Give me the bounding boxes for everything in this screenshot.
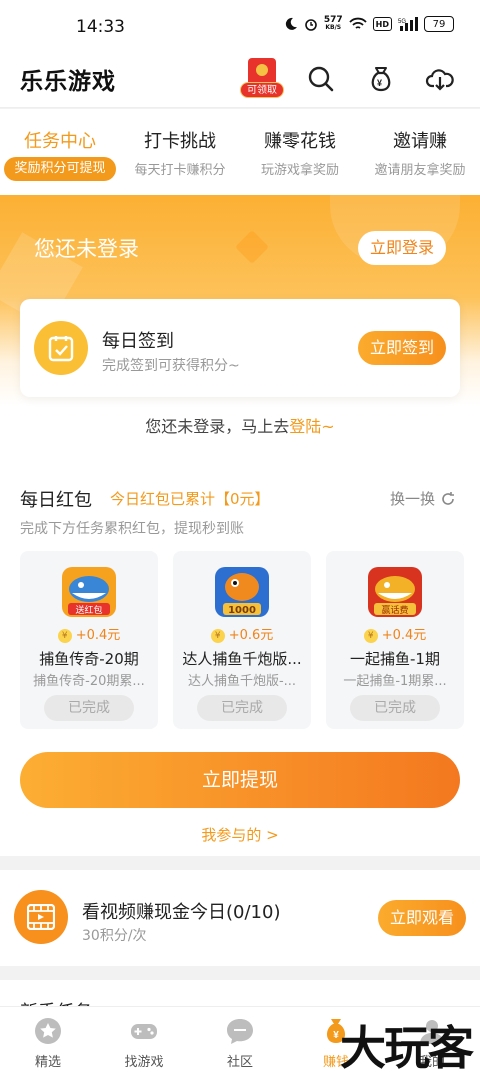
game-name: 一起捕鱼-1期 xyxy=(350,650,440,668)
tab-title: 赚零花钱 xyxy=(264,131,336,152)
redpacket-button[interactable]: 可领取 xyxy=(240,58,284,100)
wifi-icon xyxy=(349,17,367,31)
withdraw-button[interactable]: 立即提现 xyxy=(20,752,460,808)
game-task-card[interactable]: 1000 ¥ +0.6元 达人捕鱼千炮版... 达人捕鱼千炮版-... 已完成 xyxy=(173,551,311,729)
game-task-card[interactable]: 赢话费 ¥ +0.4元 一起捕鱼-1期 一起捕鱼-1期累... 已完成 xyxy=(326,551,464,729)
tab-invite[interactable]: 邀请赚 邀请朋友拿奖励 xyxy=(360,109,480,195)
nav-item-featured[interactable]: 精选 xyxy=(0,1007,96,1072)
my-joined-link[interactable]: 我参与的 > xyxy=(0,824,480,845)
status-icons: 577 KB/S HD 5G 79 xyxy=(284,16,454,32)
goldfish-game-icon: 1000 xyxy=(215,567,269,617)
money-bag-icon[interactable]: ¥ xyxy=(366,64,396,94)
checkin-button[interactable]: 立即签到 xyxy=(358,331,446,365)
nav-label: 社区 xyxy=(226,1055,253,1070)
watch-video-section: 看视频赚现金今日(0/10) 30积分/次 立即观看 xyxy=(0,870,480,966)
status-time: 14:33 xyxy=(76,17,125,37)
completed-button[interactable]: 已完成 xyxy=(44,695,134,721)
game-badge: 送红包 xyxy=(75,604,102,616)
tab-task-center[interactable]: 任务中心 奖励积分可提现 xyxy=(0,109,120,195)
calendar-check-icon xyxy=(34,321,88,375)
tab-title: 打卡挑战 xyxy=(144,131,216,152)
fish-shark-game-icon: 送红包 xyxy=(62,567,116,617)
shark-game-icon: 赢话费 xyxy=(368,567,422,617)
tab-subtitle: 每天打卡赚积分 xyxy=(134,163,226,178)
signal-icon: 5G xyxy=(398,17,418,31)
gamepad-icon xyxy=(131,1024,157,1039)
watch-subtitle: 30积分/次 xyxy=(82,928,147,944)
coin-icon: ¥ xyxy=(363,628,378,643)
net-speed: 577 KB/S xyxy=(323,15,343,32)
reward-amount: ¥ +0.6元 xyxy=(173,624,311,643)
login-button[interactable]: 立即登录 xyxy=(358,231,446,265)
nav-item-community[interactable]: 社区 xyxy=(192,1007,288,1072)
game-task: 一起捕鱼-1期累... xyxy=(343,674,447,689)
nav-item-find-games[interactable]: 找游戏 xyxy=(96,1007,192,1072)
coin-icon: ¥ xyxy=(210,628,225,643)
game-name: 达人捕鱼千炮版... xyxy=(182,650,302,668)
tab-checkin-challenge[interactable]: 打卡挑战 每天打卡赚积分 xyxy=(120,109,240,195)
app-header: 乐乐游戏 可领取 ¥ xyxy=(0,52,480,108)
tab-subtitle: 邀请朋友拿奖励 xyxy=(374,163,466,178)
completed-button[interactable]: 已完成 xyxy=(350,695,440,721)
tab-title: 邀请赚 xyxy=(393,131,447,152)
nav-label: 精选 xyxy=(34,1055,61,1070)
game-badge: 赢话费 xyxy=(381,604,408,616)
section-title: 每日红包 xyxy=(20,490,92,511)
login-link[interactable]: 登陆~ xyxy=(289,417,334,436)
login-hint-text: 您还未登录，马上去 xyxy=(145,417,290,436)
svg-text:¥: ¥ xyxy=(377,78,382,88)
cloud-download-icon[interactable] xyxy=(425,64,455,94)
tab-title: 任务中心 xyxy=(24,131,96,152)
checkin-subtitle: 完成签到可获得积分~ xyxy=(102,358,240,374)
game-task: 捕鱼传奇-20期累... xyxy=(33,674,145,689)
film-icon xyxy=(14,890,68,944)
alarm-icon xyxy=(304,17,318,31)
login-status-text: 您还未登录 xyxy=(34,237,139,261)
moon-icon xyxy=(284,17,298,31)
refresh-icon xyxy=(442,491,455,505)
svg-text:¥: ¥ xyxy=(333,1030,339,1041)
chat-bubble-icon xyxy=(227,1019,253,1044)
redpacket-label: 可领取 xyxy=(240,82,284,98)
game-badge: 1000 xyxy=(228,605,256,616)
watermark-text: 大玩客 xyxy=(340,1021,474,1072)
star-icon xyxy=(35,1018,61,1044)
watch-button[interactable]: 立即观看 xyxy=(378,900,466,936)
game-task-card[interactable]: 送红包 ¥ +0.4元 捕鱼传奇-20期 捕鱼传奇-20期累... 已完成 xyxy=(20,551,158,729)
redpacket-accumulated: 今日红包已累计【0元】 xyxy=(110,490,270,508)
task-tabs: 任务中心 奖励积分可提现 打卡挑战 每天打卡赚积分 赚零花钱 玩游戏拿奖励 邀请… xyxy=(0,109,480,195)
daily-checkin-card: 每日签到 完成签到可获得积分~ 立即签到 xyxy=(20,299,460,397)
status-bar: 14:33 577 KB/S HD 5G 79 xyxy=(0,0,480,52)
search-icon[interactable] xyxy=(306,64,336,94)
game-name: 捕鱼传奇-20期 xyxy=(39,650,139,668)
battery-icon: 79 xyxy=(424,16,454,32)
watch-title: 看视频赚现金今日(0/10) xyxy=(82,902,281,923)
banner-decoration xyxy=(235,230,269,264)
daily-redpacket-section: 每日红包 今日红包已累计【0元】 换一换 完成下方任务累积红包，提现秒到账 送红… xyxy=(0,464,480,856)
completed-button[interactable]: 已完成 xyxy=(197,695,287,721)
game-task: 达人捕鱼千炮版-... xyxy=(187,674,297,689)
nav-label: 找游戏 xyxy=(124,1055,164,1070)
reward-amount: ¥ +0.4元 xyxy=(20,624,158,643)
swap-button[interactable]: 换一换 xyxy=(390,488,455,509)
tab-subtitle: 玩游戏拿奖励 xyxy=(260,163,339,178)
tab-subtitle: 奖励积分可提现 xyxy=(4,157,116,181)
hd-badge: HD xyxy=(372,17,392,31)
app-title: 乐乐游戏 xyxy=(20,69,116,95)
login-hint: 您还未登录，马上去登陆~ xyxy=(0,413,480,437)
reward-amount: ¥ +0.4元 xyxy=(326,624,464,643)
section-description: 完成下方任务累积红包，提现秒到账 xyxy=(20,521,244,537)
checkin-title: 每日签到 xyxy=(102,331,174,352)
tab-pocket-money[interactable]: 赚零花钱 玩游戏拿奖励 xyxy=(240,109,360,195)
swap-label: 换一换 xyxy=(390,490,436,508)
coin-icon: ¥ xyxy=(57,628,72,643)
watermark-logo: 大玩客 xyxy=(340,1004,480,1072)
